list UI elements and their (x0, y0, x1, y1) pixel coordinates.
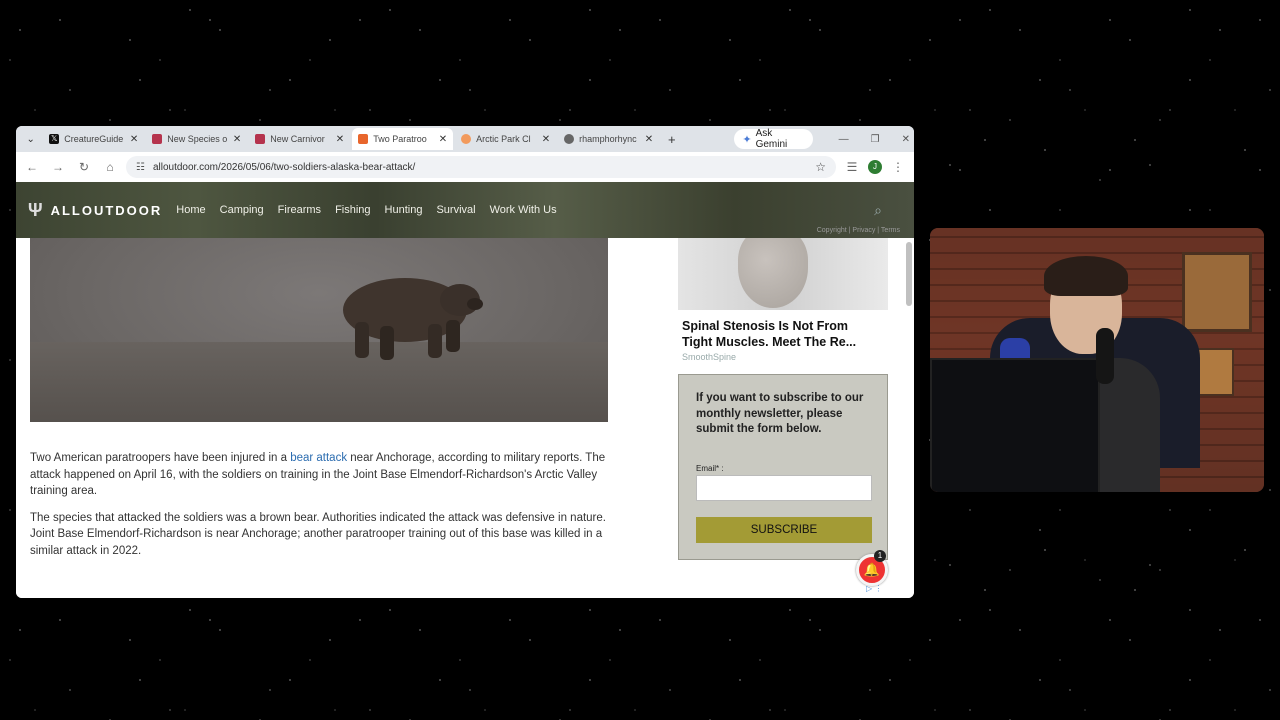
nav-hunting[interactable]: Hunting (385, 204, 423, 216)
close-window-icon[interactable]: ✕ (902, 134, 910, 145)
ask-gemini-button[interactable]: ✦ Ask Gemini (734, 128, 813, 150)
back-arrow-icon[interactable]: ← (22, 160, 42, 174)
sidebar: Spinal Stenosis Is Not From Tight Muscle… (678, 238, 888, 560)
site-info-icon[interactable]: ☷ (136, 162, 145, 173)
site-icon (461, 134, 472, 144)
close-tab-icon[interactable]: ✕ (439, 134, 447, 145)
tab-arctic-park[interactable]: Arctic Park Cl ✕ (455, 128, 556, 150)
article-paragraph-1: Two American paratroopers have been inju… (30, 450, 614, 500)
bear-attack-link[interactable]: bear attack (290, 452, 347, 464)
monitor (930, 358, 1100, 492)
window-controls: — ❐ ✕ (839, 134, 910, 145)
nav-work-with-us[interactable]: Work With Us (490, 204, 557, 216)
gemini-sparkle-icon: ✦ (742, 133, 752, 146)
nav-home[interactable]: Home (176, 204, 205, 216)
address-bar[interactable]: ☷ alloutdoor.com/2026/05/06/two-soldiers… (126, 156, 836, 178)
site-header: Ψ ALLOUTDOOR Home Camping Firearms Fishi… (16, 182, 914, 238)
tab-title: New Carnivor (270, 134, 325, 144)
site-icon (255, 134, 266, 144)
ad-headline[interactable]: Spinal Stenosis Is Not From Tight Muscle… (678, 319, 888, 350)
nav-fishing[interactable]: Fishing (335, 204, 370, 216)
restore-icon[interactable]: ❐ (871, 134, 880, 145)
close-tab-icon[interactable]: ✕ (336, 134, 344, 145)
page-scrollbar[interactable] (906, 242, 912, 306)
web-page: Ψ ALLOUTDOOR Home Camping Firearms Fishi… (16, 182, 914, 598)
url-text[interactable]: alloutdoor.com/2026/05/06/two-soldiers-a… (153, 162, 807, 173)
x-logo-icon: 𝕏 (49, 134, 60, 144)
search-icon[interactable]: ⌕ (874, 202, 882, 219)
tab-search-chevron-icon[interactable]: ⌄ (20, 134, 41, 145)
minimize-icon[interactable]: — (839, 134, 849, 145)
subscribe-button[interactable]: SUBSCRIBE (696, 516, 872, 543)
ad-headline-line: Tight Muscles. Meet The Re... (682, 334, 857, 349)
notification-badge: 1 (874, 550, 886, 562)
webcam-overlay (930, 228, 1264, 492)
bookmark-star-icon[interactable]: ☆ (815, 160, 826, 174)
microphone (1096, 328, 1114, 384)
wall-picture (1194, 348, 1234, 396)
tab-two-paratroopers[interactable]: Two Paratroo ✕ (352, 128, 454, 150)
antler-logo-icon: Ψ (28, 199, 45, 220)
ad-image[interactable] (678, 238, 888, 310)
nav-camping[interactable]: Camping (220, 204, 264, 216)
adchoices-icon[interactable]: ▷ ⋮ (866, 584, 882, 593)
ask-gemini-label: Ask Gemini (755, 128, 788, 150)
tab-title: New Species o (167, 134, 228, 144)
menu-kebab-icon[interactable]: ⋮ (888, 160, 908, 174)
tab-new-species[interactable]: New Species o ✕ (146, 128, 247, 150)
site-icon (152, 134, 163, 144)
close-tab-icon[interactable]: ✕ (130, 134, 138, 145)
ad-headline-line: Spinal Stenosis Is Not From (682, 319, 848, 333)
alloutdoor-icon (358, 134, 369, 144)
home-icon[interactable]: ⌂ (100, 160, 120, 174)
reading-list-icon[interactable]: ☰ (842, 160, 862, 174)
site-navigation: Home Camping Firearms Fishing Hunting Su… (176, 204, 556, 216)
new-tab-plus-icon[interactable]: + (661, 132, 682, 147)
person-hair (1044, 256, 1128, 296)
tab-rhamphorhynchus[interactable]: rhamphorhync ✕ (558, 128, 659, 150)
brown-bear-image (343, 278, 483, 360)
tab-title: Two Paratroo (373, 134, 427, 144)
site-logo[interactable]: Ψ ALLOUTDOOR (28, 200, 162, 221)
forward-arrow-icon[interactable]: → (48, 160, 68, 174)
globe-icon (564, 134, 575, 144)
close-tab-icon[interactable]: ✕ (233, 134, 241, 145)
newsletter-message: If you want to subscribe to our monthly … (696, 392, 864, 435)
tab-title: rhamphorhync (579, 134, 637, 144)
logo-text: ALLOUTDOOR (50, 202, 163, 218)
tab-strip: ⌄ 𝕏 CreatureGuide ✕ New Species o ✕ New … (16, 126, 914, 152)
article-paragraph-2: The species that attacked the soldiers w… (30, 511, 606, 557)
ad-source[interactable]: SmoothSpine (678, 352, 888, 362)
ad-figure (738, 238, 808, 308)
wall-picture (1182, 252, 1252, 332)
tab-creatureguide[interactable]: 𝕏 CreatureGuide ✕ (43, 128, 144, 150)
email-field[interactable] (696, 474, 872, 501)
close-tab-icon[interactable]: ✕ (542, 134, 550, 145)
reload-icon[interactable]: ↻ (74, 160, 94, 174)
nav-firearms[interactable]: Firearms (278, 204, 321, 216)
article-hero-image (30, 238, 608, 422)
browser-window: ⌄ 𝕏 CreatureGuide ✕ New Species o ✕ New … (16, 126, 914, 598)
tab-title: CreatureGuide (64, 134, 124, 144)
article-body: Two American paratroopers have been inju… (30, 450, 614, 569)
tab-title: Arctic Park Cl (476, 134, 531, 144)
email-label: Email* : (696, 463, 724, 473)
newsletter-form: If you want to subscribe to our monthly … (678, 374, 888, 560)
profile-avatar[interactable]: J (868, 160, 882, 174)
tab-new-carnivore[interactable]: New Carnivor ✕ (249, 128, 350, 150)
paragraph-text: Two American paratroopers have been inju… (30, 452, 291, 464)
nav-survival[interactable]: Survival (436, 204, 475, 216)
footer-fine-print: Copyright | Privacy | Terms (816, 227, 900, 234)
close-tab-icon[interactable]: ✕ (645, 134, 653, 145)
browser-toolbar: ← → ↻ ⌂ ☷ alloutdoor.com/2026/05/06/two-… (16, 152, 914, 182)
